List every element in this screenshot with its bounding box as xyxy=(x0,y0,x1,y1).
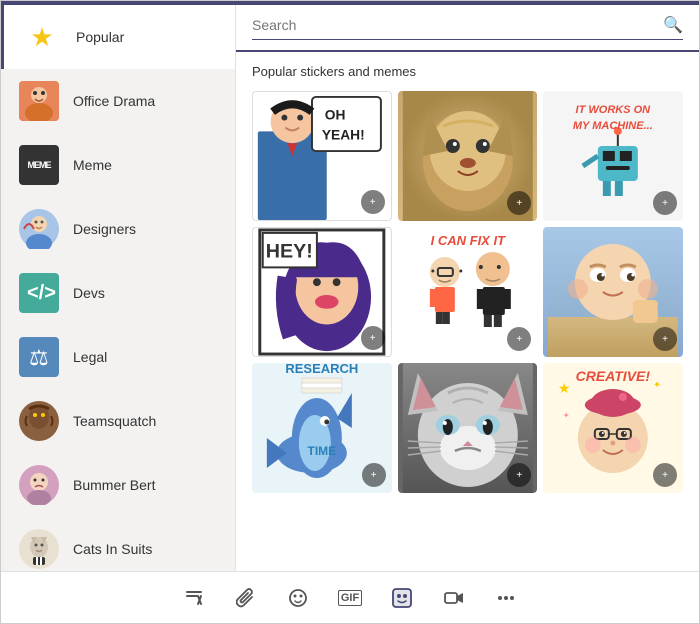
app-container: ★ Popular xyxy=(0,0,700,624)
svg-text:IT WORKS ON: IT WORKS ON xyxy=(576,104,652,116)
sidebar-item-teamsquatch[interactable]: Teamsquatch xyxy=(1,389,235,453)
office-drama-icon xyxy=(17,79,61,123)
svg-text:MY MACHINE...: MY MACHINE... xyxy=(573,120,653,132)
stickers-grid: OH YEAH! + xyxy=(252,91,683,493)
sticker-research[interactable]: RESEARCH RESEARCH TIME TIME + xyxy=(252,363,392,493)
search-icon: 🔍 xyxy=(663,15,683,35)
sticker-oh-yeah[interactable]: OH YEAH! + xyxy=(252,91,392,221)
gif-button[interactable]: GIF xyxy=(334,582,366,614)
sticker-creative[interactable]: ★ ✦ ✦ CREATIVE! + xyxy=(543,363,683,493)
sticker-button[interactable] xyxy=(386,582,418,614)
sidebar-item-office-drama[interactable]: Office Drama xyxy=(1,69,235,133)
section-title: Popular stickers and memes xyxy=(252,64,683,79)
sidebar-label-meme: Meme xyxy=(73,157,112,173)
sticker-icon xyxy=(391,587,413,609)
sticker-hey[interactable]: HEY! + xyxy=(252,227,392,357)
meme-icon: MEME xyxy=(17,143,61,187)
sidebar-item-bummer-bert[interactable]: Bummer Bert xyxy=(1,453,235,517)
bummer-bert-icon xyxy=(17,463,61,507)
legal-icon: ⚖ xyxy=(17,335,61,379)
svg-text:YEAH!: YEAH! xyxy=(322,127,365,142)
popular-icon: ★ xyxy=(20,15,64,59)
sidebar-item-cats-in-suits[interactable]: Cats In Suits xyxy=(1,517,235,571)
designers-icon xyxy=(17,207,61,251)
svg-text:I CAN FIX IT: I CAN FIX IT xyxy=(430,233,505,248)
sticker-overlay-btn[interactable]: + xyxy=(653,191,677,215)
sidebar-label-cats-in-suits: Cats In Suits xyxy=(73,541,152,557)
sidebar-item-meme[interactable]: MEME Meme xyxy=(1,133,235,197)
emoji-button[interactable] xyxy=(282,582,314,614)
sidebar-label-bummer-bert: Bummer Bert xyxy=(73,477,155,493)
sidebar-item-popular[interactable]: ★ Popular xyxy=(1,5,235,69)
svg-text:CREATIVE!: CREATIVE! xyxy=(576,368,651,384)
sticker-doge[interactable]: + xyxy=(398,91,538,221)
search-input-wrapper: 🔍 xyxy=(252,15,683,40)
main-content: ★ Popular xyxy=(1,5,699,571)
gif-label: GIF xyxy=(338,590,362,606)
sticker-baby[interactable]: + xyxy=(543,227,683,357)
attach-icon xyxy=(236,588,256,608)
sidebar-label-devs: Devs xyxy=(73,285,105,301)
sticker-grumpy[interactable]: + xyxy=(398,363,538,493)
sidebar: ★ Popular xyxy=(1,5,236,571)
attach-button[interactable] xyxy=(230,582,262,614)
sidebar-label-teamsquatch: Teamsquatch xyxy=(73,413,156,429)
sticker-overlay-btn[interactable]: + xyxy=(361,326,385,350)
sidebar-item-devs[interactable]: </> Devs xyxy=(1,261,235,325)
svg-text:✦: ✦ xyxy=(653,380,661,391)
svg-text:OH: OH xyxy=(325,108,346,123)
emoji-icon xyxy=(288,588,308,608)
sidebar-item-legal[interactable]: ⚖ Legal xyxy=(1,325,235,389)
sticker-fix-it[interactable]: I CAN FIX IT + xyxy=(398,227,538,357)
sidebar-item-designers[interactable]: Designers xyxy=(1,197,235,261)
sticker-overlay-btn[interactable]: + xyxy=(362,463,386,487)
sticker-overlay-btn[interactable]: + xyxy=(653,463,677,487)
video-button[interactable] xyxy=(438,582,470,614)
svg-text:HEY!: HEY! xyxy=(266,241,313,263)
svg-text:RESEARCH: RESEARCH xyxy=(285,363,358,376)
format-icon xyxy=(184,588,204,608)
teamsquatch-icon xyxy=(17,399,61,443)
more-icon xyxy=(496,588,516,608)
sticker-it-works[interactable]: IT WORKS ON MY MACHINE... + xyxy=(543,91,683,221)
video-icon xyxy=(444,588,464,608)
sidebar-label-legal: Legal xyxy=(73,349,107,365)
sidebar-label-designers: Designers xyxy=(73,221,136,237)
svg-text:✦: ✦ xyxy=(563,411,570,420)
more-button[interactable] xyxy=(490,582,522,614)
sticker-overlay-btn[interactable]: + xyxy=(653,327,677,351)
search-input[interactable] xyxy=(252,17,663,33)
format-button[interactable] xyxy=(178,582,210,614)
svg-text:</>: </> xyxy=(27,282,56,304)
svg-text:⚖: ⚖ xyxy=(29,345,49,370)
search-bar: 🔍 xyxy=(236,5,699,52)
devs-icon: </> xyxy=(17,271,61,315)
stickers-section: Popular stickers and memes xyxy=(236,52,699,571)
cats-in-suits-icon xyxy=(17,527,61,571)
right-panel: 🔍 Popular stickers and memes xyxy=(236,5,699,571)
svg-text:★: ★ xyxy=(558,380,571,396)
sticker-overlay-btn[interactable]: + xyxy=(361,190,385,214)
sidebar-label-office-drama: Office Drama xyxy=(73,93,155,109)
bottom-toolbar: GIF xyxy=(1,571,699,623)
sidebar-label-popular: Popular xyxy=(76,29,124,45)
